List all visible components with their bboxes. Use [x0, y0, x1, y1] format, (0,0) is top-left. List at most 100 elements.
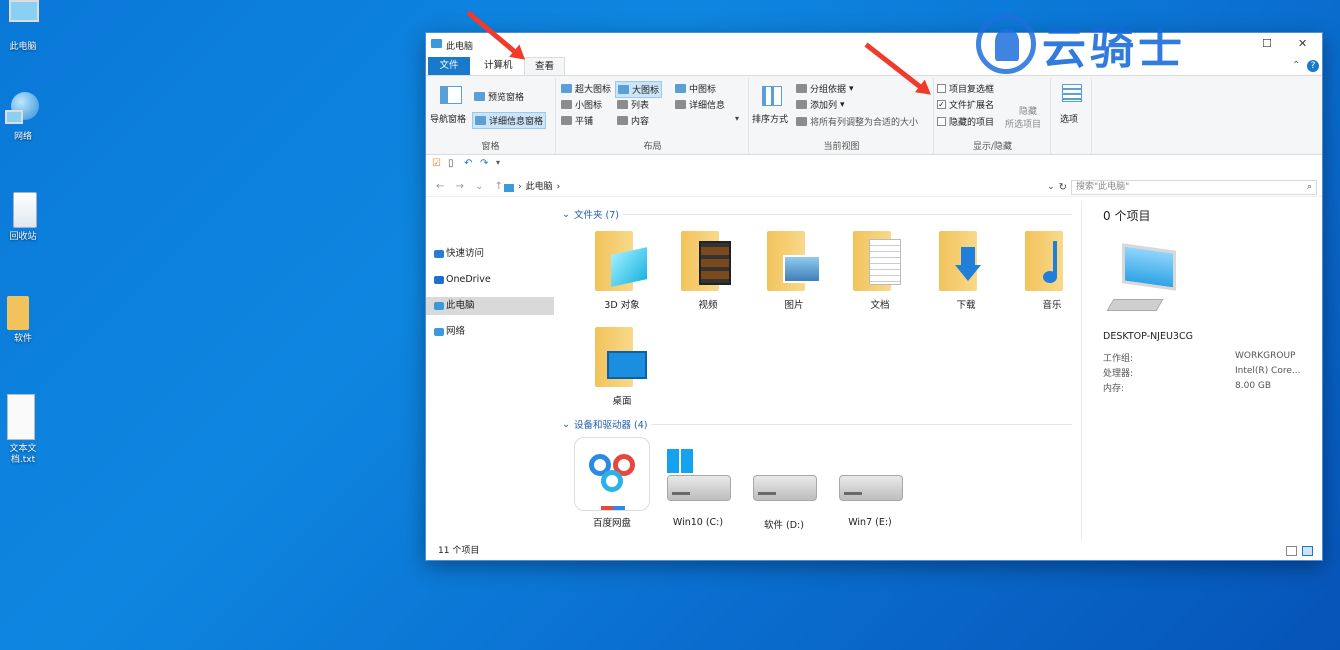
folder-video-icon	[673, 227, 743, 293]
layout-icon	[561, 84, 572, 93]
preview-pane-button[interactable]: 预览窗格	[474, 90, 524, 103]
folder-3d-objects[interactable]: 3D 对象	[582, 227, 662, 311]
nav-item-quick-access[interactable]: 快速访问	[426, 245, 554, 263]
folder-pictures-icon	[759, 227, 829, 293]
address-dropdown-icon[interactable]: ⌄	[1047, 180, 1055, 195]
properties-icon[interactable]: ☑	[432, 158, 441, 169]
undo-icon[interactable]: ↶	[464, 158, 472, 169]
search-icon[interactable]: ⌕	[1307, 181, 1312, 194]
details-pane: 0 个项目 DESKTOP-NJEU3CG 工作组: WORKGROUP 处理器:…	[1081, 201, 1316, 541]
drive-d[interactable]: 软件 (D:)	[744, 447, 824, 531]
nav-pane-button[interactable]: 导航窗格	[430, 112, 466, 125]
layout-label: 大图标	[632, 86, 660, 96]
sort-by-button[interactable]: 排序方式	[752, 112, 788, 125]
hidden-items-label: 隐藏的项目	[949, 118, 995, 128]
layout-large-icons[interactable]: 大图标	[615, 81, 663, 98]
preview-pane-label: 预览窗格	[488, 93, 525, 103]
layout-label: 小图标	[575, 101, 603, 111]
file-extensions-option[interactable]: ✓ 文件扩展名	[937, 98, 994, 111]
folder-documents[interactable]: 文档	[840, 227, 920, 311]
drive-c[interactable]: Win10 (C:)	[658, 447, 738, 528]
redo-icon[interactable]: ↷	[480, 158, 488, 169]
desktop-icon-network[interactable]: 网络	[0, 90, 46, 143]
desktop-icon-software-folder[interactable]: 软件	[0, 292, 46, 345]
folder-desktop[interactable]: 桌面	[582, 323, 662, 407]
folder-downloads[interactable]: 下载	[926, 227, 1006, 311]
folder-pictures[interactable]: 图片	[754, 227, 834, 311]
details-value: Intel(R) Core...	[1235, 366, 1301, 376]
desktop-icon-this-pc[interactable]: 此电脑	[0, 0, 46, 53]
add-column-button[interactable]: 添加列 ▾	[796, 98, 845, 111]
tile-label: 百度网盘	[592, 518, 631, 529]
item-checkboxes-option[interactable]: 项目复选框	[937, 82, 994, 95]
ribbon-group-label: 当前视图	[823, 142, 860, 152]
computer-icon	[434, 302, 444, 310]
layout-icon	[675, 100, 686, 109]
details-view-button[interactable]	[1286, 546, 1297, 556]
checkbox[interactable]	[937, 117, 946, 126]
search-input[interactable]: 搜索"此电脑" ⌕	[1071, 180, 1317, 195]
desktop-icon-text-file[interactable]: 文本文档.txt	[0, 394, 46, 466]
layout-details[interactable]: 详细信息	[675, 98, 725, 111]
drive-icon	[749, 447, 819, 513]
details-pane-label: 详细信息窗格	[489, 117, 544, 127]
nav-pane-icon	[440, 86, 462, 104]
nav-item-this-pc[interactable]: 此电脑	[426, 297, 554, 315]
layout-list[interactable]: 列表	[617, 98, 649, 111]
this-pc-icon	[431, 39, 442, 48]
tile-label: Win7 (E:)	[848, 517, 892, 528]
nav-back-forward-up[interactable]: ← → ⌄ ↑	[436, 181, 507, 192]
watermark-text: 云骑士	[1042, 23, 1186, 74]
nav-item-label: 网络	[446, 326, 466, 337]
devices-section-header[interactable]: ⌄ 设备和驱动器 (4)	[562, 417, 1072, 431]
fit-columns-button[interactable]: 将所有列调整为合适的大小	[796, 115, 918, 128]
drive-e[interactable]: Win7 (E:)	[830, 447, 910, 528]
chevron-down-icon: ⌄	[562, 208, 570, 220]
large-icons-view-button[interactable]	[1302, 546, 1313, 556]
customize-qat-icon[interactable]: ▾	[496, 158, 500, 167]
device-baidu-netdisk[interactable]: 百度网盘	[572, 437, 652, 529]
layout-more-icon[interactable]: ▾	[735, 114, 739, 123]
ribbon-group-options: 选项	[1052, 78, 1092, 154]
desktop-icon-recycle-bin[interactable]: 回收站	[0, 190, 46, 243]
maximize-button[interactable]: ☐	[1262, 37, 1272, 50]
checkbox-checked[interactable]: ✓	[937, 100, 946, 109]
folder-music[interactable]: 音乐	[1012, 227, 1092, 311]
details-pane-button[interactable]: 详细信息窗格	[472, 112, 547, 129]
status-item-count: 11 个项目	[438, 546, 480, 556]
ribbon-group-layout: 超大图标 大图标 中图标 小图标 列表 详细信息 平铺 内容 ▾ 布局	[557, 78, 749, 154]
hide-selected-button[interactable]: 隐藏	[1019, 104, 1037, 117]
section-title: 设备和驱动器 (4)	[573, 420, 648, 431]
nav-item-onedrive[interactable]: OneDrive	[426, 271, 554, 289]
refresh-icon[interactable]: ↻	[1059, 180, 1067, 195]
layout-content[interactable]: 内容	[617, 114, 649, 127]
layout-medium-icons[interactable]: 中图标	[675, 82, 716, 95]
layout-tiles[interactable]: 平铺	[561, 114, 593, 127]
desktop-icon-label: 此电脑	[9, 42, 37, 52]
tab-view[interactable]: 查看	[524, 57, 566, 75]
divider	[651, 423, 1072, 425]
folder-videos[interactable]: 视频	[668, 227, 748, 311]
address-bar[interactable]: › 此电脑 › ⌄ ↻	[504, 180, 1067, 195]
layout-small-icons[interactable]: 小图标	[561, 98, 602, 111]
tab-file[interactable]: 文件	[428, 57, 470, 75]
cloud-icon	[434, 276, 444, 284]
group-by-button[interactable]: 分组依据 ▾	[796, 82, 854, 95]
close-button[interactable]: ✕	[1298, 37, 1307, 50]
folders-section-header[interactable]: ⌄ 文件夹 (7)	[562, 207, 1072, 221]
nav-item-network[interactable]: 网络	[426, 323, 554, 341]
new-folder-icon[interactable]: ▯	[448, 158, 454, 169]
tile-label: 音乐	[1042, 300, 1062, 311]
layout-icon	[675, 84, 686, 93]
collapse-ribbon-icon[interactable]: ⌃	[1292, 60, 1300, 71]
hidden-items-option[interactable]: 隐藏的项目	[937, 115, 994, 128]
section-title: 文件夹 (7)	[573, 210, 619, 221]
layout-extra-large-icons[interactable]: 超大图标	[561, 82, 611, 95]
layout-label: 详细信息	[689, 101, 726, 111]
ribbon-group-label: 布局	[643, 142, 662, 152]
help-icon[interactable]: ?	[1307, 60, 1319, 72]
address-bar-row: ← → ⌄ ↑ › 此电脑 › ⌄ ↻ 搜索"此电脑" ⌕	[426, 177, 1322, 197]
file-explorer-window: 此电脑 ☐ ✕ 文件 计算机 查看 ⌃ ? 导航窗格 预览窗格 详细信息窗格 窗…	[425, 32, 1323, 561]
options-button[interactable]: 选项	[1060, 112, 1078, 125]
checkbox[interactable]	[937, 84, 946, 93]
